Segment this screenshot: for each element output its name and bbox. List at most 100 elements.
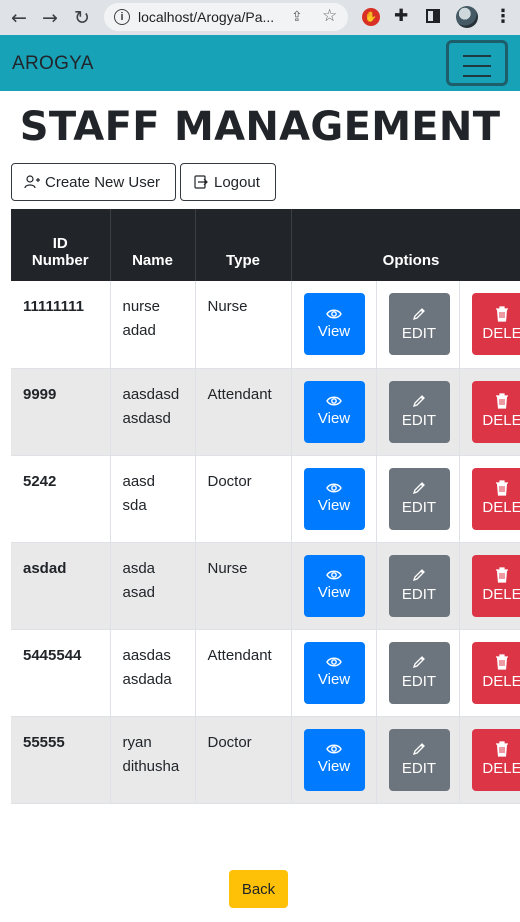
trash-icon (496, 305, 508, 322)
name-cell: ryan dithusha (110, 716, 196, 804)
type-cell: Doctor (195, 716, 292, 804)
edit-button[interactable]: EDIT (388, 641, 450, 704)
create-user-button[interactable]: Create New User (11, 163, 176, 201)
edit-cell: EDIT (376, 281, 460, 369)
id-cell: asdad (11, 542, 111, 630)
hamburger-icon (463, 55, 491, 85)
table-header-row: ID Number Name Type Options (11, 209, 520, 281)
arrow-right-icon[interactable]: → (38, 6, 62, 30)
page-title: STAFF MANAGEMENT (19, 104, 501, 150)
table-row: 11111111 nurse adad Nurse View EDIT DELE (11, 281, 520, 369)
side-panel-icon[interactable] (426, 9, 440, 23)
trash-icon (496, 741, 508, 757)
eye-icon (326, 396, 342, 406)
logout-button[interactable]: Logout (180, 163, 276, 201)
view-cell: View (291, 281, 377, 369)
trash-icon (496, 567, 508, 583)
view-cell: View (291, 629, 377, 717)
edit-button[interactable]: EDIT (388, 380, 450, 443)
type-cell: Nurse (195, 281, 292, 369)
name-cell: aasd sda (110, 455, 196, 543)
pencil-icon (412, 569, 425, 582)
pencil-icon (412, 482, 425, 495)
header-options: Options (291, 209, 520, 281)
edit-cell: EDIT (376, 368, 460, 456)
create-user-label: Create New User (45, 173, 161, 191)
delete-button[interactable]: DELE (471, 380, 520, 443)
staff-table: ID Number Name Type Options 11111111 nurs… (11, 209, 520, 804)
view-cell: View (291, 455, 377, 543)
delete-button[interactable]: DELE (471, 641, 520, 704)
edit-button[interactable]: EDIT (388, 728, 450, 791)
name-cell: asda asad (110, 542, 196, 630)
table-row: asdad asda asad Nurse View EDIT DELE (11, 542, 520, 630)
id-cell: 11111111 (11, 281, 111, 369)
back-button[interactable]: Back (229, 870, 288, 908)
logout-icon (194, 175, 208, 189)
pencil-icon (412, 656, 425, 669)
view-button[interactable]: View (303, 380, 365, 443)
delete-button[interactable]: DELE (471, 293, 520, 355)
delete-cell: DELE (459, 542, 520, 630)
name-cell: aasdas asdada (110, 629, 196, 717)
table-row: 5242 aasd sda Doctor View EDIT DELE (11, 455, 520, 543)
delete-cell: DELE (459, 281, 520, 369)
share-icon[interactable]: ⇪ (291, 8, 303, 25)
reload-icon[interactable]: ↻ (70, 6, 94, 30)
profile-avatar[interactable] (456, 6, 478, 28)
app-navbar: AROGYA (0, 35, 520, 91)
view-button[interactable]: View (303, 467, 365, 530)
brand-logo[interactable]: AROGYA (12, 53, 94, 75)
delete-cell: DELE (459, 368, 520, 456)
stop-extension-icon[interactable]: ✋ (362, 8, 380, 26)
edit-cell: EDIT (376, 455, 460, 543)
navbar-toggler-button[interactable] (446, 40, 508, 86)
edit-button[interactable]: EDIT (388, 554, 450, 617)
pencil-icon (412, 743, 425, 756)
pencil-icon (412, 307, 425, 320)
view-cell: View (291, 542, 377, 630)
view-button[interactable]: View (303, 728, 365, 791)
name-cell: aasdasd asdasd (110, 368, 196, 456)
delete-button[interactable]: DELE (471, 554, 520, 617)
url-text[interactable]: localhost/Arogya/Pa... (138, 9, 288, 25)
info-icon[interactable]: i (114, 9, 130, 25)
delete-button[interactable]: DELE (471, 728, 520, 791)
star-icon[interactable]: ☆ (322, 6, 337, 26)
view-button[interactable]: View (303, 293, 365, 355)
id-cell: 5242 (11, 455, 111, 543)
table-row: 9999 aasdasdasdasd Attendant View EDIT (11, 368, 520, 456)
delete-button[interactable]: DELE (471, 467, 520, 530)
trash-icon (496, 480, 508, 496)
table-row: 5445544 aasdas asdada Attendant View EDIT (11, 629, 520, 717)
header-name: Name (110, 209, 196, 281)
type-cell: Attendant (195, 368, 292, 456)
type-cell: Nurse (195, 542, 292, 630)
more-menu-icon[interactable]: ⋮ (494, 6, 512, 27)
eye-icon (326, 744, 342, 754)
eye-icon (326, 570, 342, 580)
id-cell: 9999 (11, 368, 111, 456)
edit-button[interactable]: EDIT (388, 467, 450, 530)
trash-icon (496, 393, 508, 409)
view-cell: View (291, 368, 377, 456)
edit-cell: EDIT (376, 542, 460, 630)
delete-cell: DELE (459, 455, 520, 543)
edit-button[interactable]: EDIT (388, 293, 450, 355)
edit-cell: EDIT (376, 629, 460, 717)
delete-cell: DELE (459, 629, 520, 717)
type-cell: Attendant (195, 629, 292, 717)
view-button[interactable]: View (303, 641, 365, 704)
trash-icon (496, 654, 508, 670)
delete-cell: DELE (459, 716, 520, 804)
id-cell: 55555 (11, 716, 111, 804)
eye-icon (326, 483, 342, 493)
logout-label: Logout (214, 173, 260, 191)
name-cell: nurse adad (110, 281, 196, 369)
pencil-icon (412, 395, 425, 408)
arrow-left-icon[interactable]: ← (7, 6, 31, 30)
view-button[interactable]: View (303, 554, 365, 617)
address-bar[interactable]: i localhost/Arogya/Pa... ⇪ ☆ (104, 3, 348, 31)
header-id: ID Number (11, 209, 111, 281)
extensions-icon[interactable]: ✚ (394, 6, 408, 26)
